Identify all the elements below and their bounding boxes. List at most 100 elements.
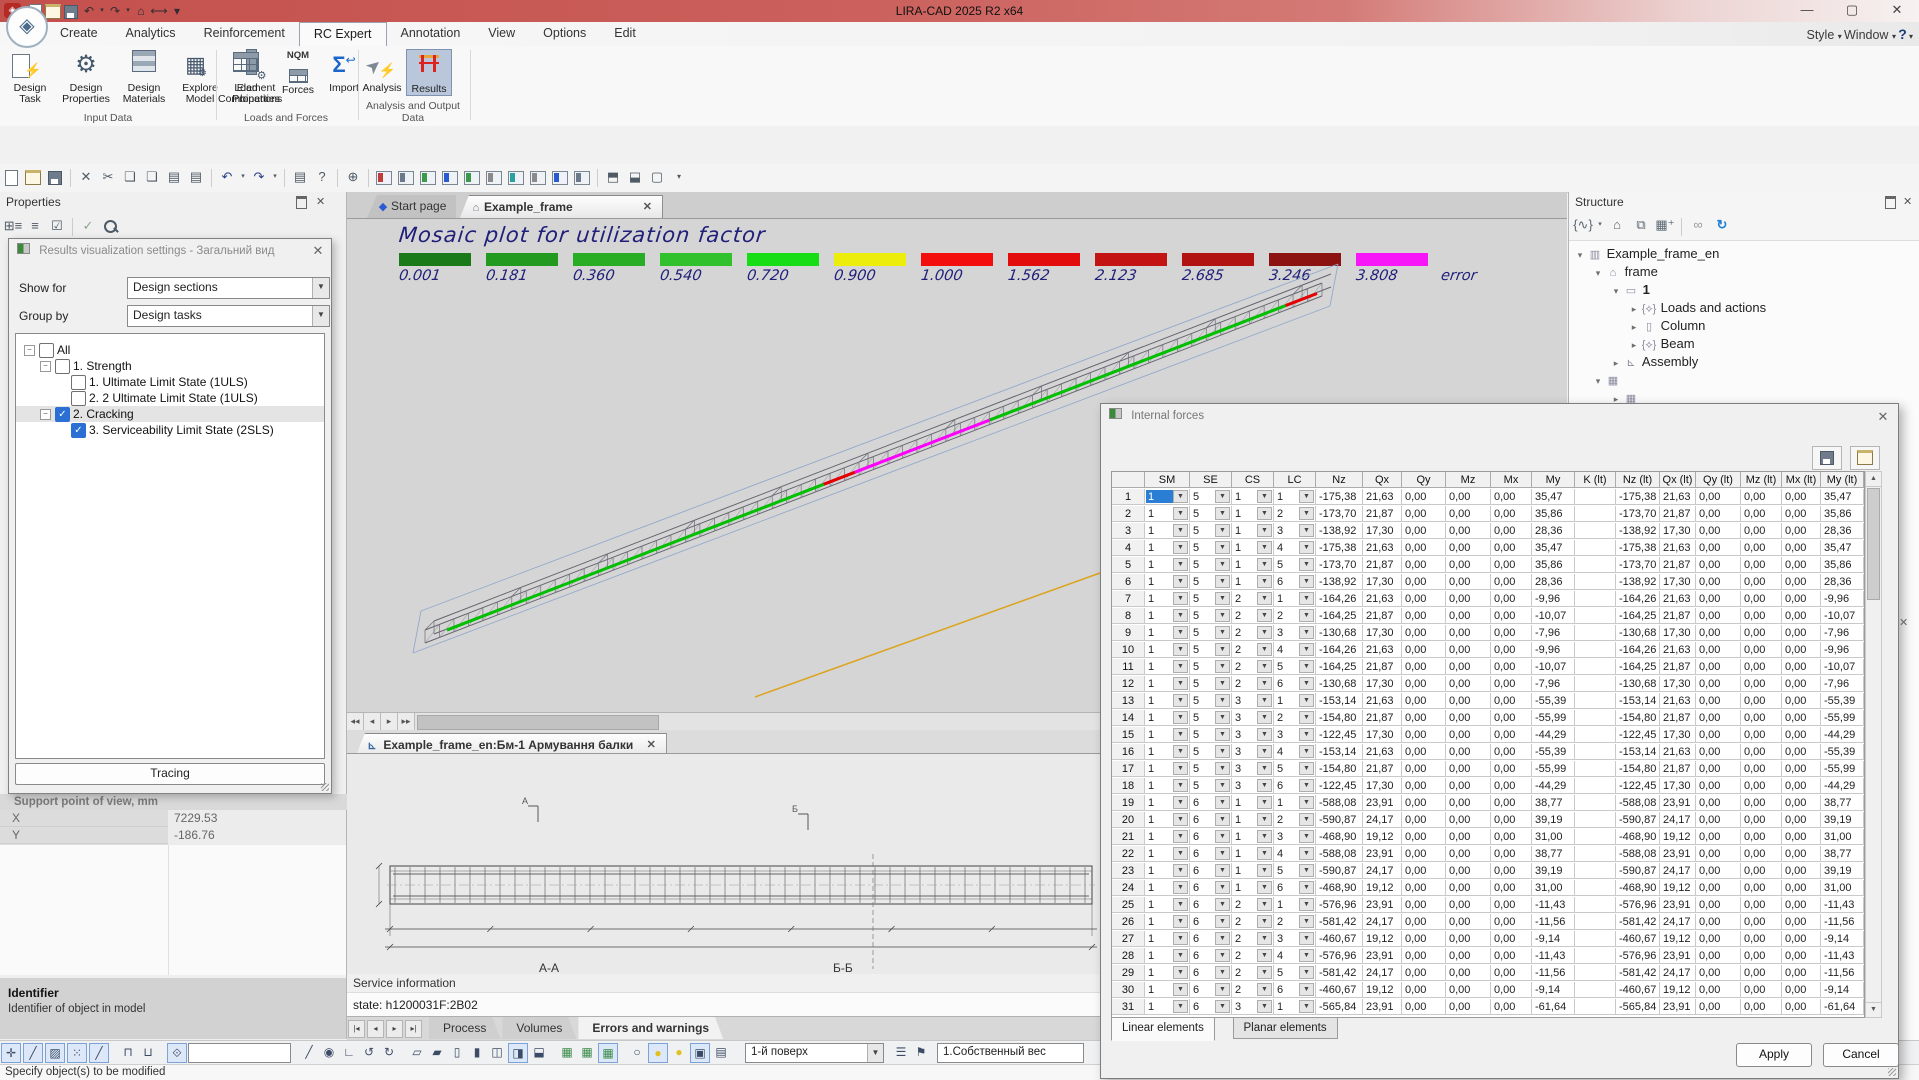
cell-value[interactable]: 2 [1233, 949, 1257, 962]
show-for-select[interactable]: Design sections▼ [127, 277, 330, 299]
expand-icon[interactable]: ▸ [1627, 318, 1641, 336]
chevron-down-icon[interactable]: ▼ [1215, 864, 1230, 877]
cell-se[interactable]: 5▼ [1190, 625, 1232, 641]
chevron-down-icon[interactable]: ▼ [1299, 643, 1314, 656]
model-view-icon-2[interactable] [418, 167, 438, 187]
cell-cs[interactable]: 2▼ [1232, 965, 1274, 981]
chevron-down-icon[interactable]: ▼ [1299, 983, 1314, 996]
view-box-icon[interactable]: ◨ [508, 1043, 528, 1063]
table-row[interactable]: 31▼5▼1▼3▼-138,9217,300,000,000,0028,36-1… [1112, 523, 1864, 540]
cell-se[interactable]: 5▼ [1190, 727, 1232, 743]
structure-node-example_frame_en[interactable]: ▾▥ Example_frame_en [1573, 245, 1719, 263]
chevron-down-icon[interactable]: ▼ [1215, 626, 1230, 639]
cell-value[interactable]: 3 [1233, 694, 1257, 707]
close-icon[interactable]: ✕ [309, 243, 327, 259]
cell-cs[interactable]: 2▼ [1232, 642, 1274, 658]
tree-item[interactable]: 1. Ultimate Limit State (1ULS) [16, 374, 324, 390]
cell-lc[interactable]: 6▼ [1274, 676, 1316, 692]
cell-se[interactable]: 6▼ [1190, 914, 1232, 930]
table-row[interactable]: 141▼5▼3▼2▼-154,8021,870,000,000,00-55,99… [1112, 710, 1864, 727]
chevron-down-icon[interactable]: ▼ [1215, 728, 1230, 741]
chevron-down-icon[interactable]: ▼ [1173, 643, 1188, 656]
cell-cs[interactable]: 1▼ [1232, 795, 1274, 811]
cell-value[interactable]: 1 [1233, 541, 1257, 554]
cell-sm[interactable]: 1▼ [1145, 812, 1190, 828]
chevron-down-icon[interactable]: ▼ [1257, 728, 1272, 741]
chevron-down-icon[interactable]: ▼ [1215, 711, 1230, 724]
cell-value[interactable]: 5 [1191, 660, 1215, 673]
cell-value[interactable]: 3 [1275, 524, 1299, 537]
results-button[interactable]: Results [406, 49, 452, 96]
chevron-down-icon[interactable]: ▼ [1257, 524, 1272, 537]
expand-tree-icon[interactable]: ⊞≡ [3, 216, 23, 236]
cell-cs[interactable]: 3▼ [1232, 744, 1274, 760]
tree-item[interactable]: ✓3. Serviceability Limit State (2SLS) [16, 422, 324, 438]
snap-node-icon[interactable]: ⁙ [67, 1043, 87, 1063]
update-model-icon[interactable]: ⌂ [132, 3, 150, 19]
table-row[interactable]: 211▼6▼1▼3▼-468,9019,120,000,000,0031,00-… [1112, 829, 1864, 846]
scroll-first-icon[interactable]: ◂◂ [347, 713, 364, 730]
chevron-down-icon[interactable]: ▼ [1299, 507, 1314, 520]
cell-value[interactable]: 1 [1146, 626, 1173, 639]
cell-value[interactable]: 1 [1146, 847, 1173, 860]
cell-sm[interactable]: 1▼ [1145, 761, 1190, 777]
table-row[interactable]: 101▼5▼2▼4▼-164,2621,630,000,000,00-9,96-… [1112, 642, 1864, 659]
cell-value[interactable]: 4 [1275, 847, 1299, 860]
cell-lc[interactable]: 1▼ [1274, 489, 1316, 505]
cell-lc[interactable]: 1▼ [1274, 897, 1316, 913]
chevron-down-icon[interactable]: ▼ [1257, 898, 1272, 911]
chevron-down-icon[interactable]: ▼ [1173, 830, 1188, 843]
cell-lc[interactable]: 5▼ [1274, 557, 1316, 573]
cell-value[interactable]: 5 [1191, 524, 1215, 537]
analysis-button[interactable]: ➤⚡Analysis [360, 49, 404, 94]
table-row[interactable]: 301▼6▼2▼6▼-460,6719,120,000,000,00-9,14-… [1112, 982, 1864, 999]
cell-cs[interactable]: 3▼ [1232, 693, 1274, 709]
rotate-ccw-icon[interactable]: ↺ [360, 1043, 378, 1061]
chevron-down-icon[interactable]: ▼ [1215, 813, 1230, 826]
cell-se[interactable]: 6▼ [1190, 948, 1232, 964]
cell-lc[interactable]: 4▼ [1274, 642, 1316, 658]
chevron-down-icon[interactable]: ▼ [867, 1044, 883, 1062]
redo-icon[interactable]: ↷ [249, 167, 269, 187]
cell-value[interactable]: 6 [1191, 830, 1215, 843]
cell-lc[interactable]: 4▼ [1274, 744, 1316, 760]
chevron-down-icon[interactable]: ▼ [1173, 881, 1188, 894]
tree-item[interactable]: −All [16, 342, 324, 358]
cell-value[interactable]: 3 [1233, 745, 1257, 758]
table-row[interactable]: 191▼6▼1▼1▼-588,0823,910,000,000,0038,77-… [1112, 795, 1864, 812]
chevron-down-icon[interactable]: ▼ [1173, 592, 1188, 605]
pin-icon[interactable] [296, 195, 307, 209]
chevron-down-icon[interactable]: ▼ [1173, 762, 1188, 775]
rotate-cw-icon[interactable]: ↻ [380, 1043, 398, 1061]
table-v-scrollbar[interactable]: ▲ ▼ [1865, 471, 1882, 1018]
tab-create[interactable]: Create [46, 22, 112, 45]
chevron-down-icon[interactable]: ▼ [1257, 1000, 1272, 1013]
chevron-down-icon[interactable]: ▼ [1173, 779, 1188, 792]
cell-se[interactable]: 6▼ [1190, 897, 1232, 913]
render-shade-icon[interactable]: ▦ [578, 1043, 596, 1061]
cell-cs[interactable]: 1▼ [1232, 489, 1274, 505]
chevron-down-icon[interactable]: ▾ [124, 3, 132, 19]
chevron-down-icon[interactable]: ▼ [1257, 609, 1272, 622]
cell-lc[interactable]: 6▼ [1274, 778, 1316, 794]
cell-sm[interactable]: 1▼ [1145, 591, 1190, 607]
cell-cs[interactable]: 3▼ [1232, 727, 1274, 743]
scroll-down-icon[interactable]: ▼ [1866, 1002, 1881, 1017]
cell-value[interactable]: 2 [1233, 915, 1257, 928]
model-view-icon-9[interactable] [572, 167, 592, 187]
cell-lc[interactable]: 3▼ [1274, 523, 1316, 539]
tab-scroll-last-icon[interactable]: ▸| [405, 1020, 422, 1038]
table-row[interactable]: 21▼5▼1▼2▼-173,7021,870,000,000,0035,86-1… [1112, 506, 1864, 523]
checked-list-icon[interactable]: ☑ [47, 216, 67, 236]
loadcase-select[interactable]: 1.Собственный вес [937, 1043, 1084, 1063]
cell-value[interactable]: 3 [1233, 779, 1257, 792]
cell-cs[interactable]: 2▼ [1232, 591, 1274, 607]
cell-lc[interactable]: 1▼ [1274, 591, 1316, 607]
cell-value[interactable]: 5 [1275, 558, 1299, 571]
table-row[interactable]: 181▼5▼3▼6▼-122,4517,300,000,000,00-44,29… [1112, 778, 1864, 795]
cell-value[interactable]: 1 [1146, 711, 1173, 724]
cell-cs[interactable]: 1▼ [1232, 880, 1274, 896]
cell-value[interactable]: 1 [1146, 490, 1173, 503]
chevron-down-icon[interactable]: ▼ [1173, 796, 1188, 809]
tab-rc-expert[interactable]: RC Expert [299, 22, 387, 47]
